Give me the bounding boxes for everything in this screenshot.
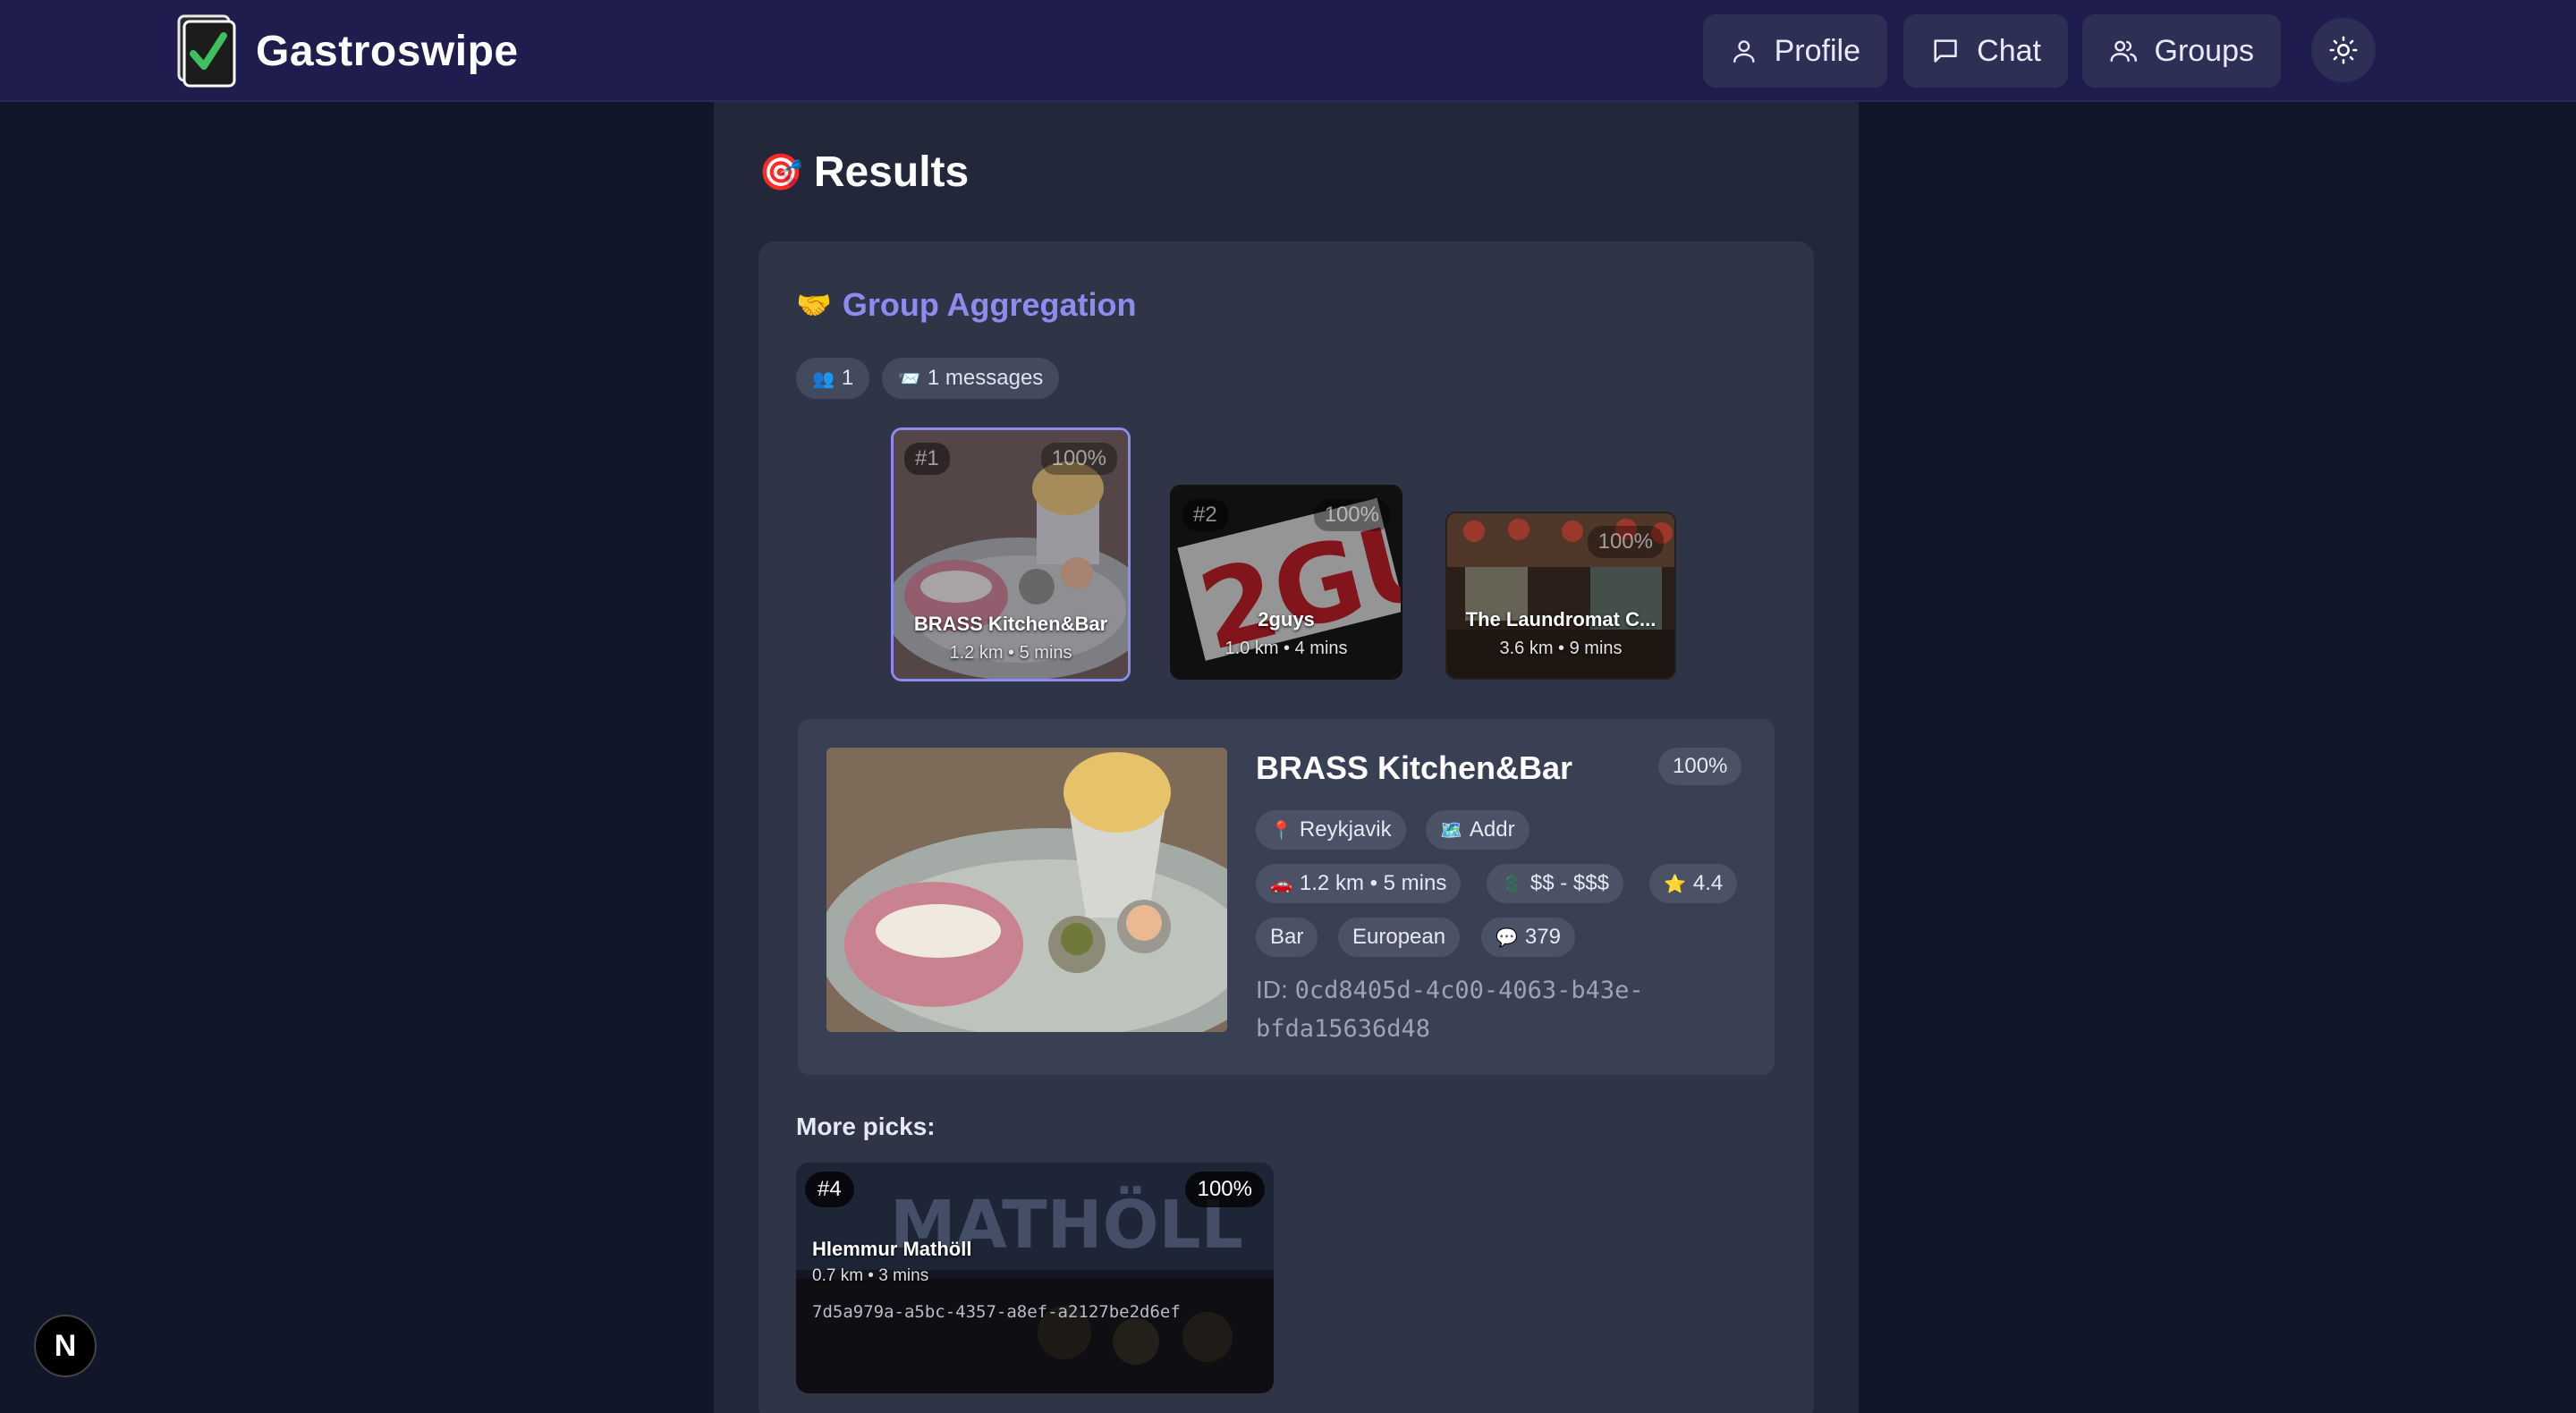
more-pick-card[interactable]: MATHÖLL #4 100% Hlemmur Mathöll 0.7 km •… <box>796 1163 1274 1393</box>
restaurant-distance: 3.6 km • 9 mins <box>1499 639 1623 658</box>
members-count: 1 <box>841 366 854 390</box>
restaurant-name: BRASS Kitchen&Bar <box>913 613 1108 635</box>
cuisine-tag: Bar <box>1256 918 1318 957</box>
restaurant-distance: 0.7 km • 3 mins <box>812 1266 929 1285</box>
match-percent-badge: 100% <box>1658 748 1742 785</box>
chat-icon <box>1934 39 1957 63</box>
chat-label: Chat <box>1977 33 2041 68</box>
restaurant-name: The Laundromat C... <box>1465 608 1657 630</box>
price-label: $$ - $$$ <box>1530 871 1609 895</box>
address-label: Addr <box>1469 817 1515 842</box>
restaurant-distance: 1.0 km • 4 mins <box>1224 639 1348 658</box>
restaurant-distance: 1.2 km • 5 mins <box>949 643 1072 663</box>
target-icon: 🎯 <box>758 152 803 192</box>
sun-icon <box>2329 36 2358 64</box>
groups-button[interactable]: Groups <box>2082 14 2281 88</box>
selected-restaurant-name: BRASS Kitchen&Bar <box>1256 749 1573 786</box>
id-value: 0cd8405d-4c00-4063-b43e-bfda15636d48 <box>1256 977 1644 1043</box>
inbox-icon: 📨 <box>898 368 920 389</box>
nextjs-dev-badge[interactable]: N <box>34 1315 97 1377</box>
match-percent: 100% <box>1587 526 1664 558</box>
restaurant-id: ID: 0cd8405d-4c00-4063-b43e-bfda15636d48 <box>1256 971 1757 1048</box>
restaurant-name: Hlemmur Mathöll <box>812 1238 972 1260</box>
groups-label: Groups <box>2154 33 2255 68</box>
restaurant-name: 2guys <box>1258 608 1315 630</box>
star-icon: ⭐ <box>1664 874 1686 894</box>
aggregation-label: Group Aggregation <box>842 286 1137 323</box>
map-icon: 🗺️ <box>1440 820 1462 841</box>
match-percent: 100% <box>1040 443 1117 475</box>
rating-label: 4.4 <box>1692 871 1724 895</box>
match-percent: 100% <box>1184 1172 1265 1207</box>
cuisine-tag: European <box>1338 918 1461 957</box>
people-icon: 👥 <box>812 368 835 389</box>
top-navbar: Gastroswipe Profile Chat Groups <box>0 0 2576 102</box>
restaurant-image <box>826 748 1227 1032</box>
theme-toggle-button[interactable] <box>2311 18 2376 82</box>
reviews-tag: 💬 379 <box>1481 918 1575 957</box>
members-count-badge: 👥 1 <box>796 358 870 399</box>
city-label: Reykjavik <box>1299 817 1392 842</box>
group-aggregation-title: 🤝 Group Aggregation <box>796 283 1136 327</box>
restaurant-id: 7d5a979a-a5bc-4357-a8ef-a2127be2d6ef <box>812 1302 1181 1322</box>
podium-card-1[interactable]: #1 100% BRASS Kitchen&Bar 1.2 km • 5 min… <box>891 427 1131 681</box>
messages-count-badge: 📨 1 messages <box>882 358 1060 399</box>
travel-tag: 🚗 1.2 km • 5 mins <box>1256 864 1462 903</box>
app-name: Gastroswipe <box>256 27 519 75</box>
reviews-count: 379 <box>1524 925 1561 949</box>
city-tag: 📍 Reykjavik <box>1256 810 1406 850</box>
logo-icon <box>175 14 238 88</box>
car-icon: 🚗 <box>1270 874 1292 894</box>
id-label: ID: <box>1256 976 1288 1003</box>
rating-tag: ⭐ 4.4 <box>1649 864 1738 903</box>
profile-button[interactable]: Profile <box>1703 14 1887 88</box>
dollar-icon: 💲 <box>1501 874 1523 894</box>
speech-bubble-icon: 💬 <box>1496 927 1518 948</box>
user-icon <box>1733 40 1755 63</box>
more-picks-heading: More picks: <box>796 1113 936 1140</box>
rank-badge: #4 <box>805 1172 854 1207</box>
results-heading: Results <box>813 148 970 196</box>
price-tag: 💲 $$ - $$$ <box>1487 864 1623 903</box>
rank-badge: #1 <box>904 443 950 475</box>
brand[interactable]: Gastroswipe <box>175 14 519 88</box>
messages-count: 1 messages <box>927 366 1044 390</box>
chat-button[interactable]: Chat <box>1903 14 2068 88</box>
handshake-icon: 🤝 <box>796 289 832 321</box>
profile-label: Profile <box>1774 33 1860 68</box>
pin-icon: 📍 <box>1270 820 1292 841</box>
page-title: 🎯 Results <box>758 143 969 200</box>
podium-card-3[interactable]: 100% The Laundromat C... 3.6 km • 9 mins <box>1445 512 1676 680</box>
match-percent: 100% <box>1313 499 1390 531</box>
podium-card-2[interactable]: 2GUYS #2 100% 2guys 1.0 km • 4 mins <box>1170 485 1402 680</box>
users-icon <box>2110 40 2138 63</box>
address-link[interactable]: 🗺️ Addr <box>1426 810 1530 850</box>
rank-badge: #2 <box>1182 499 1228 531</box>
travel-label: 1.2 km • 5 mins <box>1299 871 1447 895</box>
